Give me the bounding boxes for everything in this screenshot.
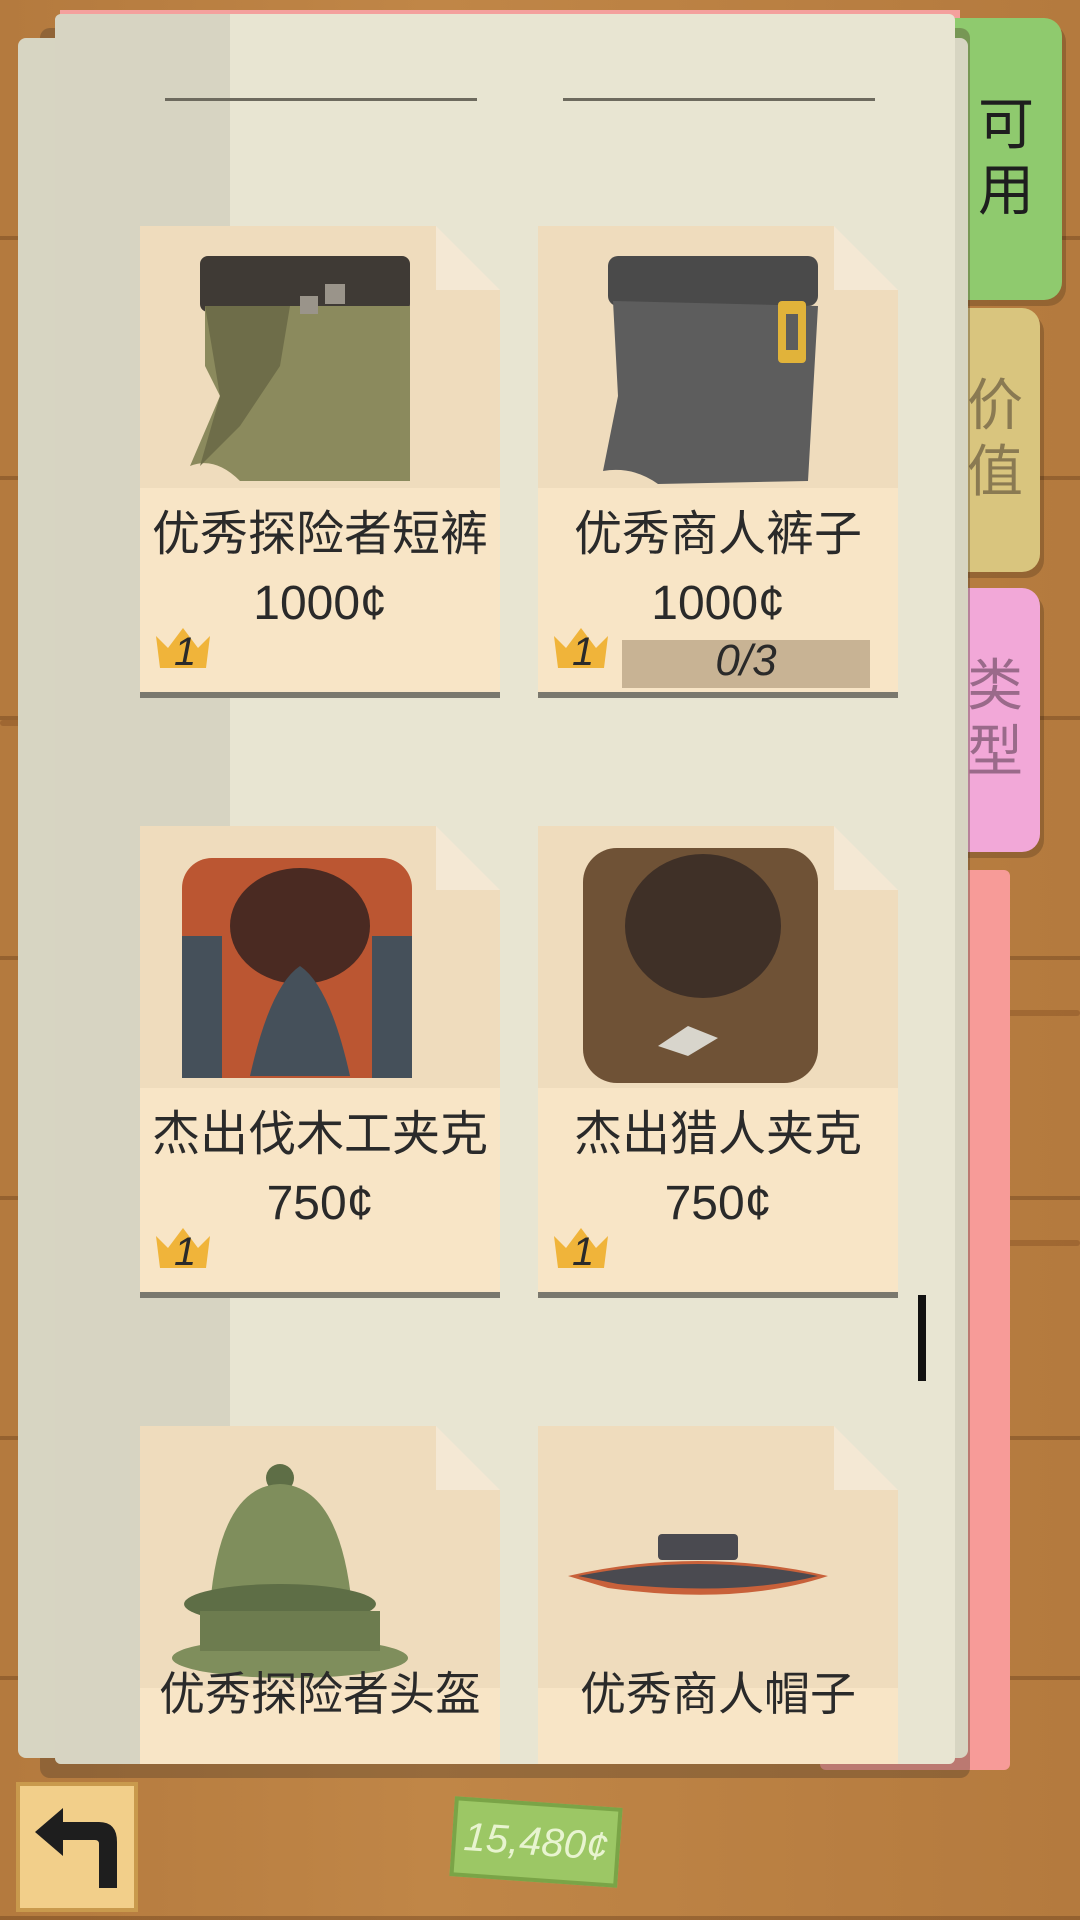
tab-type-label-2: 型 bbox=[967, 720, 1023, 785]
unlock-progress-text: 0/3 bbox=[715, 636, 777, 685]
item-price: 750¢ bbox=[266, 1177, 374, 1230]
tab-type-label-1: 类 bbox=[967, 654, 1023, 719]
card-folded-corner bbox=[834, 826, 898, 890]
scroll-indicator bbox=[918, 1295, 926, 1381]
tab-value-label-1: 价 bbox=[967, 374, 1023, 439]
item-name: 杰出伐木工夹克 bbox=[151, 1106, 488, 1162]
item-level: 1 bbox=[572, 1230, 595, 1274]
item-name: 杰出猎人夹克 bbox=[573, 1106, 862, 1162]
item-level: 1 bbox=[572, 630, 595, 674]
back-arrow-icon bbox=[35, 1808, 117, 1888]
item-name: 优秀探险者头盔 bbox=[159, 1667, 481, 1721]
item-card-merchant-hat[interactable]: 优秀商人帽子 bbox=[538, 1426, 898, 1764]
money-balance: 15,480¢ bbox=[449, 1796, 623, 1888]
item-card-merchant-pants[interactable]: 优秀商人裤子 1000¢ 1 0/3 bbox=[538, 226, 898, 698]
money-balance-text: 15,480¢ bbox=[462, 1814, 610, 1869]
card-folded-corner bbox=[834, 226, 898, 290]
item-card-lumberjack-jacket[interactable]: 杰出伐木工夹克 750¢ 1 bbox=[140, 826, 500, 1298]
item-name: 优秀商人帽子 bbox=[580, 1667, 856, 1721]
item-name: 优秀探险者短裤 bbox=[151, 506, 488, 562]
item-level: 1 bbox=[174, 630, 197, 674]
item-level: 1 bbox=[174, 1230, 197, 1274]
divider-line bbox=[165, 98, 477, 101]
item-card-hunter-jacket[interactable]: 杰出猎人夹克 750¢ 1 bbox=[538, 826, 898, 1298]
item-name: 优秀商人裤子 bbox=[573, 506, 862, 562]
tab-value-label-2: 值 bbox=[967, 440, 1023, 505]
notebook-page[interactable]: 优秀探险者短裤 1000¢ 1 优秀商人裤子 1000¢ 1 0/3 杰出伐木工… bbox=[55, 14, 955, 1764]
item-price: 750¢ bbox=[664, 1177, 772, 1230]
card-folded-corner bbox=[436, 1426, 500, 1490]
card-folded-corner bbox=[436, 826, 500, 890]
item-price: 1000¢ bbox=[651, 577, 785, 630]
tab-available-label-1: 可 bbox=[978, 93, 1034, 158]
divider-line bbox=[563, 98, 875, 101]
card-folded-corner bbox=[436, 226, 500, 290]
item-card-explorer-helmet[interactable]: 优秀探险者头盔 bbox=[140, 1426, 500, 1764]
item-card-explorer-shorts[interactable]: 优秀探险者短裤 1000¢ 1 bbox=[140, 226, 500, 698]
item-price: 1000¢ bbox=[253, 577, 387, 630]
back-button[interactable] bbox=[16, 1782, 138, 1912]
tab-available-label-2: 用 bbox=[978, 159, 1034, 224]
card-folded-corner bbox=[834, 1426, 898, 1490]
